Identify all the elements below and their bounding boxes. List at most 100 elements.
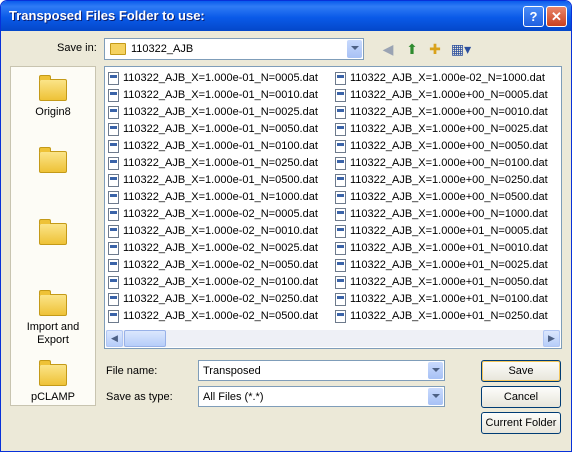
- file-item[interactable]: 110322_AJB_X=1.000e+00_N=0500.dat: [333, 189, 548, 206]
- dat-file-icon: [335, 259, 346, 272]
- dat-file-icon: [335, 174, 346, 187]
- chevron-down-icon[interactable]: [347, 40, 362, 58]
- file-item[interactable]: 110322_AJB_X=1.000e+00_N=0010.dat: [333, 104, 548, 121]
- dat-file-icon: [108, 174, 119, 187]
- new-folder-icon[interactable]: ✚: [425, 39, 445, 59]
- dat-file-icon: [335, 242, 346, 255]
- dat-file-icon: [335, 89, 346, 102]
- place-folder-3[interactable]: [11, 219, 95, 250]
- file-item[interactable]: 110322_AJB_X=1.000e+01_N=0100.dat: [333, 291, 548, 308]
- file-list[interactable]: 110322_AJB_X=1.000e-01_N=0005.dat 110322_…: [104, 66, 562, 349]
- file-item[interactable]: 110322_AJB_X=1.000e-02_N=0005.dat: [106, 206, 318, 223]
- file-item-label: 110322_AJB_X=1.000e+00_N=0100.dat: [350, 157, 548, 169]
- place-pclamp[interactable]: pCLAMP: [11, 360, 95, 404]
- file-item-label: 110322_AJB_X=1.000e-01_N=1000.dat: [123, 191, 318, 203]
- dat-file-icon: [108, 106, 119, 119]
- file-item[interactable]: 110322_AJB_X=1.000e-02_N=0025.dat: [106, 240, 318, 257]
- file-item[interactable]: 110322_AJB_X=1.000e+01_N=0010.dat: [333, 240, 548, 257]
- cancel-button[interactable]: Cancel: [481, 386, 561, 408]
- folder-icon: [39, 147, 67, 173]
- horizontal-scrollbar[interactable]: ◀ ▶: [106, 330, 560, 347]
- file-item[interactable]: 110322_AJB_X=1.000e-01_N=0500.dat: [106, 172, 318, 189]
- save-in-dropdown[interactable]: 110322_AJB: [104, 38, 364, 60]
- file-item[interactable]: 110322_AJB_X=1.000e-02_N=0010.dat: [106, 223, 318, 240]
- scroll-right-icon[interactable]: ▶: [543, 330, 560, 347]
- file-item-label: 110322_AJB_X=1.000e-01_N=0010.dat: [123, 89, 318, 101]
- file-item-label: 110322_AJB_X=1.000e-02_N=1000.dat: [350, 72, 545, 84]
- scroll-thumb[interactable]: [124, 330, 166, 347]
- scroll-left-icon[interactable]: ◀: [106, 330, 123, 347]
- dat-file-icon: [108, 293, 119, 306]
- file-item-label: 110322_AJB_X=1.000e+01_N=0010.dat: [350, 242, 548, 254]
- file-item[interactable]: 110322_AJB_X=1.000e+00_N=0050.dat: [333, 138, 548, 155]
- file-item[interactable]: 110322_AJB_X=1.000e-01_N=0250.dat: [106, 155, 318, 172]
- dat-file-icon: [335, 106, 346, 119]
- dat-file-icon: [335, 140, 346, 153]
- file-item[interactable]: 110322_AJB_X=1.000e-01_N=0010.dat: [106, 87, 318, 104]
- chevron-down-icon[interactable]: [428, 362, 443, 379]
- place-label: pCLAMP: [30, 391, 76, 403]
- file-item-label: 110322_AJB_X=1.000e+00_N=0005.dat: [350, 89, 548, 101]
- file-item[interactable]: 110322_AJB_X=1.000e-02_N=1000.dat: [333, 70, 548, 87]
- file-item-label: 110322_AJB_X=1.000e-02_N=0500.dat: [123, 310, 318, 322]
- file-item-label: 110322_AJB_X=1.000e+01_N=0005.dat: [350, 225, 548, 237]
- file-item[interactable]: 110322_AJB_X=1.000e+01_N=0025.dat: [333, 257, 548, 274]
- help-button[interactable]: ?: [523, 6, 544, 27]
- file-item[interactable]: 110322_AJB_X=1.000e-01_N=1000.dat: [106, 189, 318, 206]
- file-item[interactable]: 110322_AJB_X=1.000e-01_N=0100.dat: [106, 138, 318, 155]
- file-item-label: 110322_AJB_X=1.000e-01_N=0005.dat: [123, 72, 318, 84]
- file-item[interactable]: 110322_AJB_X=1.000e-01_N=0025.dat: [106, 104, 318, 121]
- folder-icon: [39, 360, 67, 386]
- dat-file-icon: [108, 191, 119, 204]
- current-folder-button[interactable]: Current Folder: [481, 412, 561, 434]
- dat-file-icon: [335, 276, 346, 289]
- file-item[interactable]: 110322_AJB_X=1.000e-01_N=0050.dat: [106, 121, 318, 138]
- folder-icon: [39, 75, 67, 101]
- dat-file-icon: [108, 259, 119, 272]
- file-name-input[interactable]: Transposed: [198, 360, 445, 381]
- file-item[interactable]: 110322_AJB_X=1.000e-01_N=0005.dat: [106, 70, 318, 87]
- file-item[interactable]: 110322_AJB_X=1.000e+00_N=0005.dat: [333, 87, 548, 104]
- dat-file-icon: [335, 293, 346, 306]
- file-item-label: 110322_AJB_X=1.000e-01_N=0025.dat: [123, 106, 318, 118]
- dat-file-icon: [335, 123, 346, 136]
- file-item[interactable]: 110322_AJB_X=1.000e+00_N=0025.dat: [333, 121, 548, 138]
- place-folder-2[interactable]: [11, 147, 95, 178]
- dat-file-icon: [108, 242, 119, 255]
- file-name-value: Transposed: [203, 365, 261, 377]
- file-item[interactable]: 110322_AJB_X=1.000e+01_N=0250.dat: [333, 308, 548, 325]
- title-bar: Transposed Files Folder to use: ? ✕: [1, 1, 571, 31]
- file-item-label: 110322_AJB_X=1.000e+01_N=0100.dat: [350, 293, 548, 305]
- file-item-label: 110322_AJB_X=1.000e+00_N=0050.dat: [350, 140, 548, 152]
- place-origin8[interactable]: Origin8: [11, 75, 95, 119]
- file-item-label: 110322_AJB_X=1.000e-02_N=0250.dat: [123, 293, 318, 305]
- file-item-label: 110322_AJB_X=1.000e+01_N=0025.dat: [350, 259, 548, 271]
- file-item-label: 110322_AJB_X=1.000e+00_N=0010.dat: [350, 106, 548, 118]
- place-import-export[interactable]: Import and Export: [11, 290, 95, 347]
- window-title: Transposed Files Folder to use:: [9, 8, 205, 23]
- file-item[interactable]: 110322_AJB_X=1.000e+01_N=0050.dat: [333, 274, 548, 291]
- file-item[interactable]: 110322_AJB_X=1.000e-02_N=0250.dat: [106, 291, 318, 308]
- file-item-label: 110322_AJB_X=1.000e+00_N=0500.dat: [350, 191, 548, 203]
- file-item-label: 110322_AJB_X=1.000e-02_N=0010.dat: [123, 225, 318, 237]
- back-icon[interactable]: ◀: [378, 39, 398, 59]
- file-item-label: 110322_AJB_X=1.000e+01_N=0050.dat: [350, 276, 548, 288]
- up-folder-icon[interactable]: ⬆: [402, 39, 422, 59]
- save-button[interactable]: Save: [481, 360, 561, 382]
- dat-file-icon: [335, 225, 346, 238]
- file-item[interactable]: 110322_AJB_X=1.000e-02_N=0050.dat: [106, 257, 318, 274]
- save-as-type-select[interactable]: All Files (*.*): [198, 386, 445, 407]
- place-label: Import and Export: [26, 321, 80, 346]
- view-menu-icon[interactable]: ▦▾: [448, 39, 474, 59]
- save-dialog: Transposed Files Folder to use: ? ✕ Save…: [0, 0, 572, 452]
- file-item[interactable]: 110322_AJB_X=1.000e-02_N=0500.dat: [106, 308, 318, 325]
- file-item[interactable]: 110322_AJB_X=1.000e-02_N=0100.dat: [106, 274, 318, 291]
- dat-file-icon: [108, 140, 119, 153]
- file-item[interactable]: 110322_AJB_X=1.000e+00_N=1000.dat: [333, 206, 548, 223]
- close-button[interactable]: ✕: [546, 6, 567, 27]
- file-item[interactable]: 110322_AJB_X=1.000e+00_N=0250.dat: [333, 172, 548, 189]
- file-item[interactable]: 110322_AJB_X=1.000e+01_N=0005.dat: [333, 223, 548, 240]
- chevron-down-icon[interactable]: [428, 388, 443, 405]
- dat-file-icon: [335, 191, 346, 204]
- file-item[interactable]: 110322_AJB_X=1.000e+00_N=0100.dat: [333, 155, 548, 172]
